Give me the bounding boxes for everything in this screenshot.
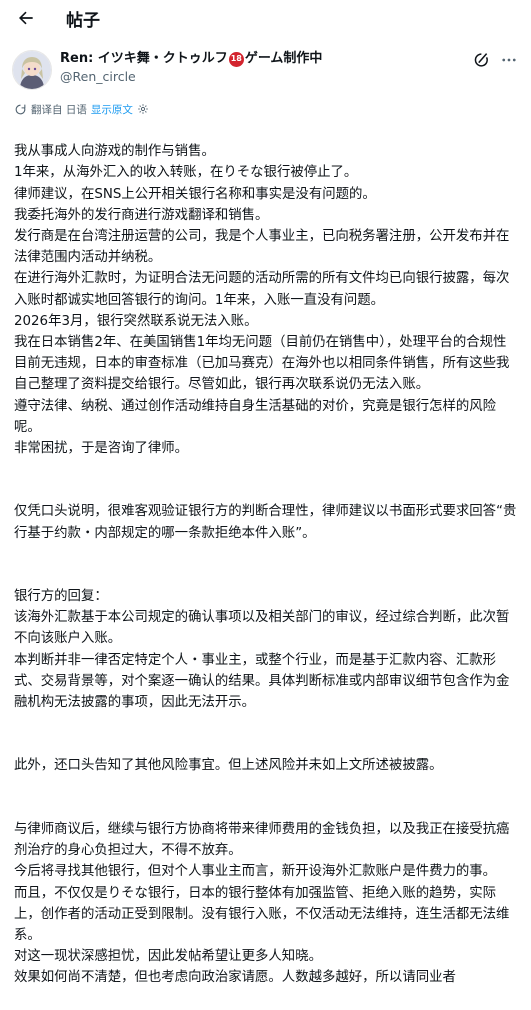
author-handle[interactable]: @Ren_circle bbox=[60, 68, 465, 86]
page-title: 帖子 bbox=[66, 10, 100, 31]
author-name[interactable]: Ren: イツキ舞・クトゥルフ 18 ゲーム制作中 bbox=[60, 50, 465, 68]
ellipsis-icon bbox=[502, 58, 516, 62]
post-paragraph: 仅凭口头说明，很难客观验证银行方的判断合理性，律师建议以书面形式要求回答“贵行基… bbox=[14, 504, 517, 541]
post-paragraph: 我从事成人向游戏的制作与销售。 1年来，从海外汇入的收入转账，在りそな银行被停止… bbox=[14, 144, 510, 457]
post-author: Ren: イツキ舞・クトゥルフ 18 ゲーム制作中 @Ren_circle bbox=[0, 36, 531, 96]
post-paragraph: 此外，还口头告知了其他风险事宜。但上述风险并未如上文所述被披露。 bbox=[14, 758, 443, 774]
translated-from-label: 翻译自 日语 bbox=[31, 103, 87, 116]
age-18-badge-icon: 18 bbox=[228, 51, 244, 67]
top-bar: 帖子 bbox=[0, 0, 531, 36]
author-name-suffix: ゲーム制作中 bbox=[244, 51, 323, 66]
grok-button[interactable] bbox=[471, 50, 491, 70]
avatar[interactable] bbox=[12, 50, 52, 90]
author-name-text: Ren: イツキ舞・クトゥルフ bbox=[60, 51, 228, 66]
translate-icon bbox=[15, 104, 26, 114]
grok-icon bbox=[474, 53, 488, 67]
translation-settings-button[interactable] bbox=[137, 103, 149, 115]
more-options-button[interactable] bbox=[499, 50, 519, 70]
gear-icon bbox=[138, 104, 148, 114]
back-button[interactable] bbox=[12, 4, 40, 32]
translation-bar: 翻译自 日语 显示原文 bbox=[0, 96, 531, 118]
show-original-link[interactable]: 显示原文 bbox=[91, 102, 133, 117]
post-text: 我从事成人向游戏的制作与销售。 1年来，从海外汇入的收入转账，在りそな银行被停止… bbox=[0, 118, 531, 1010]
post-paragraph: 与律师商议后，继续与银行方协商将带来律师费用的金钱负担，以及我正在接受抗癌剂治疗… bbox=[14, 821, 510, 986]
arrow-left-icon bbox=[19, 11, 33, 25]
post-paragraph: 银行方的回复： 该海外汇款基于本公司规定的确认事项以及相关部门的审议，经过综合判… bbox=[14, 589, 510, 711]
